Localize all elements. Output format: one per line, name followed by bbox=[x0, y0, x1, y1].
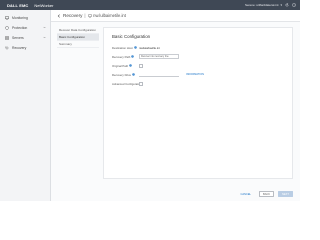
brand: D&LL EMC NetWorker bbox=[0, 0, 54, 10]
next-button[interactable]: NEXT bbox=[278, 191, 293, 197]
panel-title: Basic Configuration bbox=[112, 34, 151, 39]
page-subtitle: nw.lulbaimetile.int bbox=[93, 13, 126, 18]
product-name: NetWorker bbox=[34, 2, 54, 8]
recovery-drive-input[interactable] bbox=[139, 73, 179, 77]
page-title: Recovery bbox=[63, 13, 83, 18]
user-name: Serene: sriflanfdaterat.int bbox=[244, 3, 279, 7]
wizard-steps: Recover Data Configuration Basic Configu… bbox=[57, 27, 99, 48]
page-header: Recovery | nw.lulbaimetile.int bbox=[51, 10, 300, 22]
brand-logo: D&LL EMC bbox=[7, 2, 29, 8]
info-icon[interactable] bbox=[131, 55, 135, 58]
original-path-label: Original Path bbox=[112, 63, 129, 68]
destination-host-row: Destination Host nwdatabsefile.int bbox=[112, 45, 160, 50]
advanced-configuration-label: Advanced Configuration bbox=[112, 81, 142, 86]
shield-icon bbox=[5, 26, 9, 30]
recovery-icon bbox=[5, 46, 9, 50]
recovery-path-label: Recovery Path bbox=[112, 54, 131, 59]
sidebar-item-label: Servers bbox=[12, 36, 24, 40]
configuration-panel: Basic Configuration Destination Host nwd… bbox=[103, 27, 293, 179]
destination-host-label: Destination Host bbox=[112, 45, 133, 50]
user-menu[interactable]: Serene: sriflanfdaterat.int ▾ ? bbox=[245, 3, 300, 8]
sidebar: Monitoring Protection Servers Recovery bbox=[0, 10, 51, 201]
sidebar-item-protection[interactable]: Protection bbox=[0, 23, 50, 33]
sidebar-item-recovery[interactable]: Recovery bbox=[0, 43, 50, 53]
step-basic-configuration[interactable]: Basic Configuration bbox=[57, 34, 99, 41]
main-content: Recovery | nw.lulbaimetile.int Recover D… bbox=[51, 10, 300, 201]
step-recover-data-configuration[interactable]: Recover Data Configuration bbox=[57, 27, 99, 34]
help-icon[interactable]: ? bbox=[291, 3, 296, 8]
chevron-down-icon[interactable] bbox=[43, 36, 46, 39]
sidebar-item-label: Recovery bbox=[12, 46, 27, 50]
original-path-row: Original Path bbox=[112, 63, 143, 68]
back-arrow-icon[interactable] bbox=[57, 13, 61, 18]
recovery-drive-row: Recovery Drive INFORMATION bbox=[112, 72, 204, 77]
recovery-path-row: Recovery Path Recover into recovery line bbox=[112, 54, 179, 59]
sidebar-item-label: Monitoring bbox=[12, 16, 28, 20]
recovery-drive-link[interactable]: INFORMATION bbox=[186, 73, 204, 76]
sidebar-item-monitoring[interactable]: Monitoring bbox=[0, 13, 50, 23]
step-summary[interactable]: Summary bbox=[57, 41, 99, 48]
wizard-footer: CANCEL BACK NEXT bbox=[103, 190, 293, 198]
svg-text:?: ? bbox=[293, 5, 295, 7]
host-icon bbox=[87, 13, 92, 18]
sidebar-item-servers[interactable]: Servers bbox=[0, 33, 50, 43]
advanced-configuration-row: Advanced Configuration bbox=[112, 81, 143, 86]
info-icon[interactable] bbox=[132, 73, 135, 76]
top-bar: D&LL EMC NetWorker Serene: sriflanfdater… bbox=[0, 0, 300, 10]
sidebar-item-label: Protection bbox=[12, 26, 28, 30]
cancel-button[interactable]: CANCEL bbox=[236, 191, 255, 197]
title-separator: | bbox=[84, 13, 86, 18]
destination-host-value: nwdatabsefile.int bbox=[139, 45, 160, 50]
refresh-icon[interactable] bbox=[284, 3, 289, 8]
recovery-drive-label: Recovery Drive bbox=[112, 72, 132, 77]
info-icon[interactable] bbox=[133, 46, 137, 49]
original-path-checkbox[interactable] bbox=[139, 63, 143, 68]
info-icon[interactable] bbox=[129, 64, 132, 67]
monitor-icon bbox=[5, 16, 9, 20]
server-icon bbox=[5, 36, 9, 40]
chevron-down-icon[interactable] bbox=[43, 26, 46, 29]
chevron-down-icon: ▾ bbox=[280, 3, 282, 7]
recovery-path-input[interactable]: Recover into recovery line bbox=[139, 54, 179, 59]
advanced-configuration-checkbox[interactable] bbox=[139, 81, 143, 86]
back-button[interactable]: BACK bbox=[259, 191, 274, 197]
